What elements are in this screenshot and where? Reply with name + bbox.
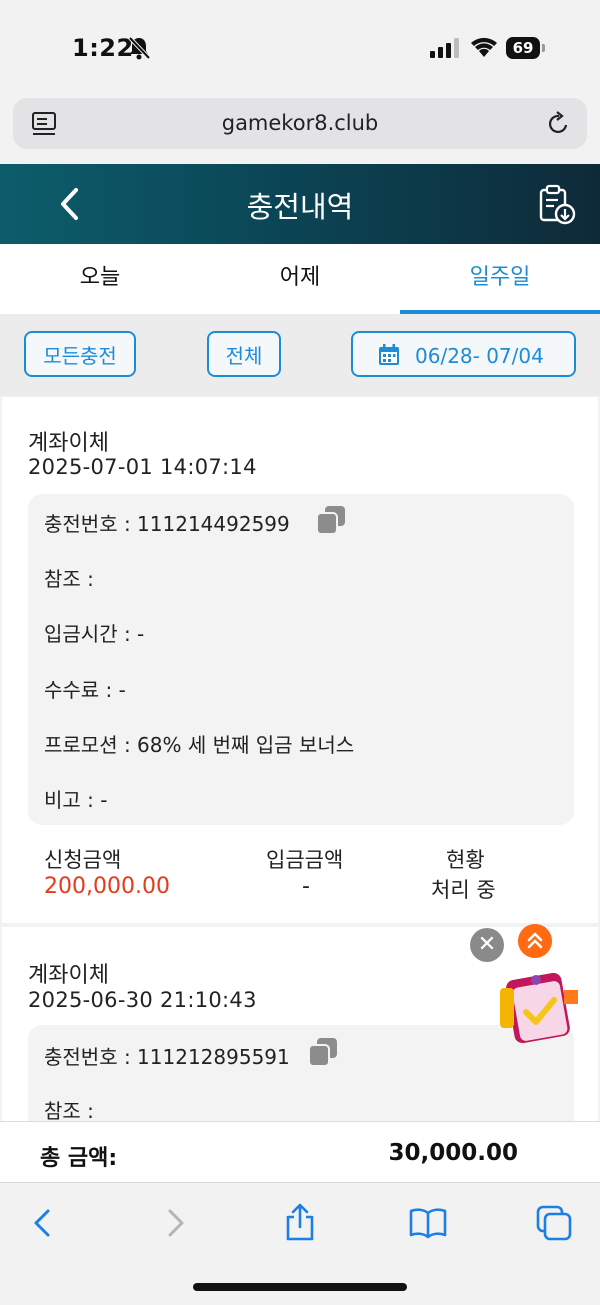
tab-yesterday[interactable]: 어제 xyxy=(200,244,400,314)
total-label: 총 금액: xyxy=(40,1146,118,1171)
battery-level: 69 xyxy=(506,37,540,59)
scroll-top-button[interactable] xyxy=(518,924,552,958)
requested-amount-label: 신청금액 xyxy=(44,848,122,872)
tab-today[interactable]: 오늘 xyxy=(0,244,200,314)
status-bar: 1:22 69 xyxy=(0,0,600,96)
bell-muted-icon xyxy=(128,36,150,60)
home-indicator xyxy=(193,1283,407,1291)
status-label: 현황 xyxy=(446,848,485,872)
page-header: 충전내역 xyxy=(0,164,600,244)
date-range-text: 06/28- 07/04 xyxy=(415,344,544,368)
deposited-amount: - xyxy=(302,874,310,899)
period-tabs: 오늘 어제 일주일 xyxy=(0,244,600,314)
close-promo-button[interactable]: ✕ xyxy=(470,928,504,962)
fee: 수수료 : - xyxy=(44,678,126,702)
charge-type-filter[interactable]: 모든충전 xyxy=(24,331,136,377)
url-text[interactable]: gamekor8.club xyxy=(13,111,587,135)
copy-icon[interactable] xyxy=(307,1036,339,1068)
record-card[interactable]: 계좌이체 2025-07-01 14:07:14 충전번호 : 11121449… xyxy=(2,397,598,923)
reload-icon[interactable] xyxy=(545,110,571,138)
record-type: 계좌이체 xyxy=(28,431,109,456)
calendar-icon xyxy=(379,344,399,365)
page-title: 충전내역 xyxy=(246,190,354,224)
browser-forward-icon[interactable] xyxy=(154,1203,194,1243)
reference: 참조 : xyxy=(44,567,94,591)
promo-gift-icon[interactable] xyxy=(494,968,586,1058)
charge-number: 충전번호 : 111214492599 xyxy=(44,512,290,536)
record-datetime: 2025-07-01 14:07:14 xyxy=(28,455,257,479)
battery-indicator: 69 xyxy=(506,37,546,59)
bookmarks-icon[interactable] xyxy=(408,1203,448,1243)
clipboard-download-icon[interactable] xyxy=(536,184,578,226)
record-details: 충전번호 : 111214492599 참조 : 입금시간 : - 수수료 : … xyxy=(28,494,574,825)
requested-amount: 200,000.00 xyxy=(44,874,170,899)
promotion: 프로모션 : 68% 세 번째 입금 보너스 xyxy=(44,733,355,757)
cellular-signal-icon xyxy=(430,38,459,58)
total-amount: 30,000.00 xyxy=(388,1140,519,1166)
address-bar[interactable]: gamekor8.club xyxy=(13,98,587,149)
deposited-amount-label: 입금금액 xyxy=(266,848,344,872)
browser-back-icon[interactable] xyxy=(24,1203,64,1243)
note: 비고 : - xyxy=(44,788,108,812)
status-filter[interactable]: 전체 xyxy=(207,331,281,377)
copy-icon[interactable] xyxy=(315,504,347,536)
share-icon[interactable] xyxy=(280,1203,320,1243)
tab-week[interactable]: 일주일 xyxy=(400,244,600,314)
total-bar: 총 금액: 30,000.00 xyxy=(0,1121,600,1182)
filter-row: 모든충전 전체 06/28- 07/04 xyxy=(0,314,600,396)
status-time: 1:22 xyxy=(72,34,134,62)
deposit-time: 입금시간 : - xyxy=(44,622,145,646)
wifi-icon xyxy=(471,37,497,57)
reference: 참조 : xyxy=(44,1099,94,1123)
tabs-icon[interactable] xyxy=(534,1203,574,1243)
date-range-filter[interactable]: 06/28- 07/04 xyxy=(351,331,576,377)
status-value: 처리 중 xyxy=(431,878,496,902)
charge-number: 충전번호 : 111212895591 xyxy=(44,1045,290,1069)
record-datetime: 2025-06-30 21:10:43 xyxy=(28,988,257,1012)
record-type: 계좌이체 xyxy=(28,963,109,988)
